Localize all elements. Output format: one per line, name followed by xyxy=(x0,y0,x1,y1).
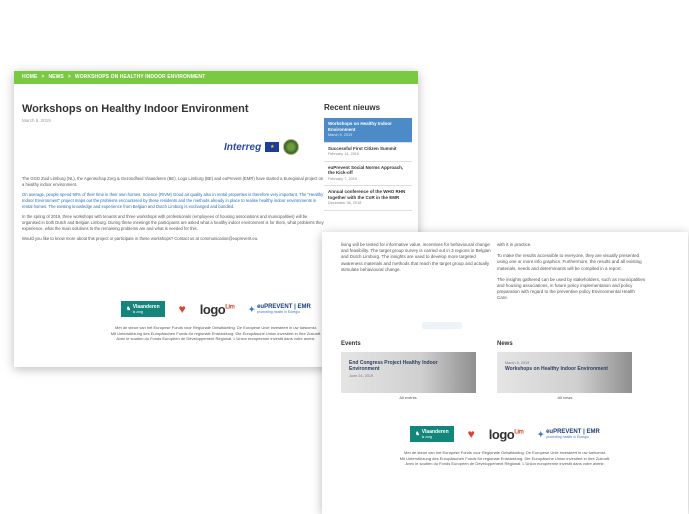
vlaanderen-logo: ♞ Vlaanderen is zorg xyxy=(410,426,454,442)
article-paragraph: On average, people spend 90% of their ti… xyxy=(22,192,324,209)
sidebar-news-item[interactable]: euPrevent Social Norms Approach, the Kic… xyxy=(324,162,412,186)
sidebar-news-item[interactable]: Workshops on Healthy Indoor Environment … xyxy=(324,118,412,143)
funding-line: Avec le soutien du Fonds Européen de Dév… xyxy=(405,461,605,466)
all-events-button[interactable]: All events xyxy=(393,395,423,400)
logo-sup: Lim xyxy=(225,304,235,311)
logo-limburg-logo: logoLim xyxy=(489,427,524,442)
article-left-column: living will be tested for informative va… xyxy=(341,242,491,278)
news-item-date: February 14, 2019 xyxy=(328,152,360,156)
news-item-date: December 06, 2018 xyxy=(328,201,362,205)
breadcrumb-news[interactable]: NEWS xyxy=(48,71,63,84)
sidebar-news-item[interactable]: Annual conference of the WHO RHN togethe… xyxy=(324,186,412,211)
logo-sup: Lim xyxy=(514,429,524,436)
faded-button xyxy=(422,322,462,329)
footer-logos: ♞ Vlaanderen is zorg ♥ logoLim ✦ euPREVEN… xyxy=(322,426,688,442)
breadcrumb-home[interactable]: HOME xyxy=(22,71,37,84)
logo-limburg-logo: logoLim xyxy=(200,302,235,317)
news-item-title: Successful First Citizen Summit xyxy=(328,145,397,151)
logo-label: logo xyxy=(488,426,515,442)
article-paragraph: In the spring of 2019, three workshops w… xyxy=(22,214,324,231)
eu-flag-icon: ★ xyxy=(265,142,280,152)
breadcrumb-separator: > xyxy=(67,74,71,80)
euprevent-sub: promoting health in Euregio xyxy=(546,435,589,439)
seal-icon xyxy=(283,139,300,155)
news-tile-title: Workshops on Healthy Indoor Environment xyxy=(505,366,608,372)
sidebar-title: Recent nieuws xyxy=(324,103,381,112)
all-news-button[interactable]: All news xyxy=(550,395,580,400)
partner-logos: Interreg ★ xyxy=(224,139,300,155)
euprevent-logo: ✦ euPREVENT | EMR promoting health in Eur… xyxy=(537,429,599,439)
vlaanderen-sub: is zorg xyxy=(132,310,143,314)
vlaanderen-sub: is zorg xyxy=(421,435,432,439)
article-body: The GGD Zuid Limburg (NL), the Agentscha… xyxy=(22,176,326,246)
breadcrumb: HOME > NEWS > WORKSHOPS ON HEALTHY INDOO… xyxy=(14,71,418,84)
article-paragraph: The insights gathered can be used by sta… xyxy=(497,276,646,301)
news-item-title: Workshops on Healthy Indoor Environment xyxy=(328,121,392,132)
interreg-logo: Interreg xyxy=(224,141,262,153)
news-item-date: February 7, 2019 xyxy=(328,176,357,181)
heart-icon: ♥ xyxy=(178,302,186,316)
news-section-title: News xyxy=(497,341,513,347)
event-tile-title: End Congress Project Healthy Indoor Envi… xyxy=(349,360,438,372)
logo-label: logo xyxy=(199,301,226,317)
article-page-continuation-screenshot: living will be tested for informative va… xyxy=(322,232,688,514)
event-tile[interactable]: End Congress Project Healthy Indoor Envi… xyxy=(341,352,476,393)
funding-notice: Met de steun van het Europese Fonds voor… xyxy=(322,450,688,467)
news-item-title: Annual conference of the WHO RHN togethe… xyxy=(328,189,406,200)
article-paragraph: living will be tested for informative va… xyxy=(341,242,491,272)
article-date: March 5, 2019 xyxy=(22,118,51,123)
euprevent-people-icon: ✦ xyxy=(537,429,545,439)
article-paragraph: The GGD Zuid Limburg (NL), the Agentscha… xyxy=(22,176,324,187)
vlaanderen-lion-icon: ♞ xyxy=(126,306,131,312)
euprevent-sub: promoting health in Euregio xyxy=(257,310,300,314)
breadcrumb-separator: > xyxy=(41,74,45,80)
article-paragraph: Would you like to know more about this p… xyxy=(22,236,259,241)
vlaanderen-lion-icon: ♞ xyxy=(415,431,420,437)
news-item-date: March 5, 2019 xyxy=(328,133,353,137)
news-tile-date: March 5, 2019 xyxy=(505,361,530,365)
euprevent-people-icon: ✦ xyxy=(248,304,256,314)
page-title: Workshops on Healthy Indoor Environment xyxy=(22,103,249,115)
euprevent-logo: ✦ euPREVENT | EMR promoting health in Eur… xyxy=(248,304,310,314)
event-tile-date: June 24, 2019 xyxy=(349,374,374,378)
events-section-title: Events xyxy=(341,341,361,347)
article-paragraph: To make the results accessible to everyo… xyxy=(497,253,642,271)
recent-news-sidebar: Recent nieuws Workshops on Healthy Indoo… xyxy=(324,103,412,211)
article-right-column: with it in practice. To make the results… xyxy=(497,242,647,307)
breadcrumb-current: WORKSHOPS ON HEALTHY INDOOR ENVIRONMENT xyxy=(74,74,206,80)
article-paragraph: with it in practice. xyxy=(497,242,532,247)
article-header: Workshops on Healthy Indoor Environment … xyxy=(22,103,322,123)
footer: ♞ Vlaanderen is zorg ♥ logoLim ✦ euPREVEN… xyxy=(322,426,688,467)
heart-icon: ♥ xyxy=(467,427,475,441)
news-item-title: euPrevent Social Norms Approach, the Kic… xyxy=(328,164,404,176)
news-tile[interactable]: March 5, 2019 Workshops on Healthy Indoo… xyxy=(497,352,632,393)
vlaanderen-logo: ♞ Vlaanderen is zorg xyxy=(121,301,165,317)
sidebar-news-item[interactable]: Successful First Citizen Summit February… xyxy=(324,143,412,162)
